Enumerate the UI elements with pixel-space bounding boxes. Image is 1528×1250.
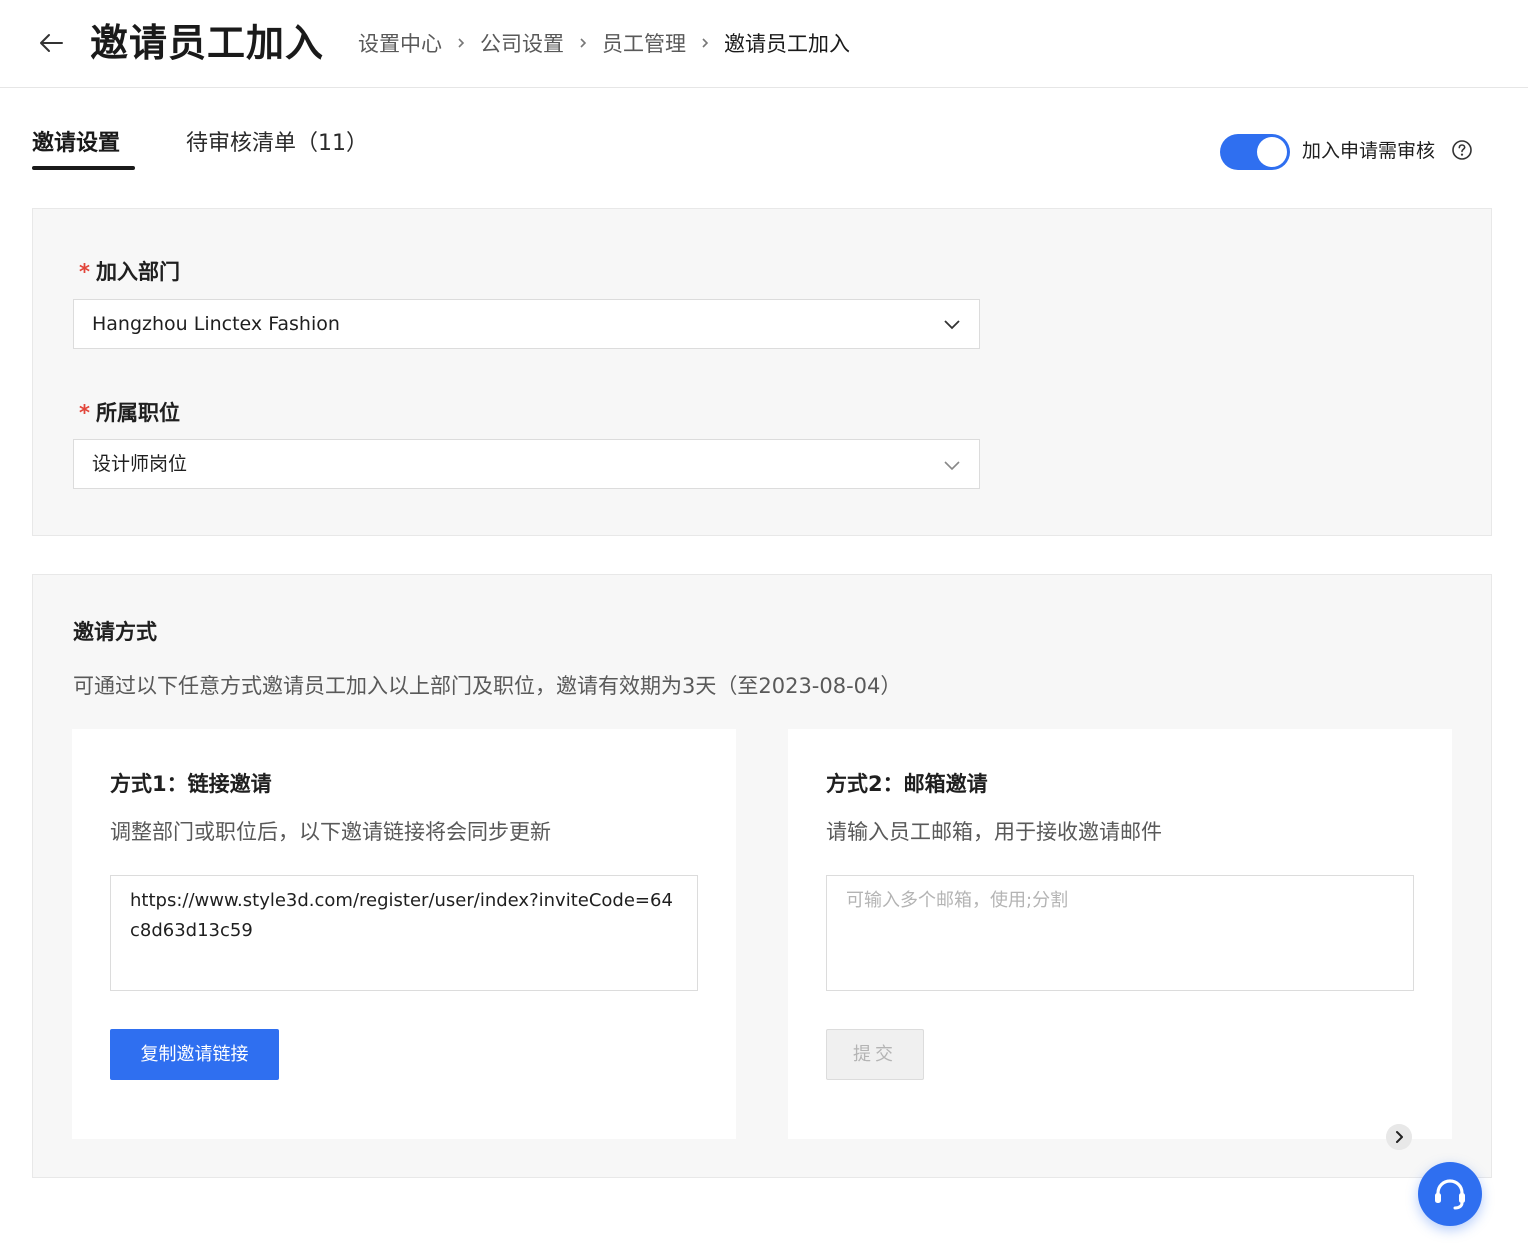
- department-select-value: Hangzhou Linctex Fashion: [92, 313, 340, 335]
- breadcrumb-item-current: 邀请员工加入: [724, 32, 850, 56]
- form-panel: * 加入部门 Hangzhou Linctex Fashion * 所属职位 设计师…: [32, 208, 1492, 536]
- approval-toggle[interactable]: [1220, 134, 1290, 170]
- breadcrumb-item-settings-center[interactable]: 设置中心: [358, 28, 442, 58]
- email-invite-card: 方式2：邮箱邀请 请输入员工邮箱，用于接收邀请邮件 可输入多个邮箱，使用;分割 …: [788, 729, 1452, 1139]
- email-invite-title: 方式2：邮箱邀请: [826, 772, 988, 796]
- breadcrumb-item-staff-management[interactable]: 员工管理: [602, 28, 686, 58]
- link-invite-card: 方式1：链接邀请 调整部门或职位后，以下邀请链接将会同步更新 https://w…: [72, 729, 736, 1139]
- submit-button[interactable]: 提交: [826, 1029, 924, 1080]
- email-input[interactable]: 可输入多个邮箱，使用;分割: [826, 875, 1414, 991]
- breadcrumb-item-company-settings[interactable]: 公司设置: [480, 28, 564, 58]
- position-label-text: 所属职位: [95, 401, 180, 425]
- position-label: * 所属职位: [79, 398, 180, 428]
- approval-toggle-label: 加入申请需审核: [1302, 140, 1436, 162]
- page-title: 邀请员工加入: [90, 21, 325, 65]
- chevron-right-icon: [702, 38, 709, 48]
- chevron-down-icon: [944, 320, 960, 330]
- breadcrumb: 设置中心 公司设置 员工管理 邀请员工加入: [358, 28, 850, 58]
- chevron-down-icon: [944, 461, 960, 471]
- chevron-right-icon: [580, 38, 587, 48]
- active-tab-indicator: [32, 166, 135, 170]
- link-invite-title: 方式1：链接邀请: [110, 772, 272, 796]
- invite-panel: 邀请方式 可通过以下任意方式邀请员工加入以上部门及职位，邀请有效期为3天（至20…: [32, 574, 1492, 1178]
- required-mark: *: [79, 401, 90, 425]
- tab-invite-settings[interactable]: 邀请设置: [32, 126, 120, 162]
- chevron-right-icon[interactable]: [1386, 1124, 1412, 1150]
- customer-support-button[interactable]: [1418, 1162, 1482, 1226]
- department-label: * 加入部门: [79, 257, 180, 287]
- position-select[interactable]: 设计师岗位: [73, 439, 980, 489]
- headset-icon: [1435, 1179, 1465, 1210]
- position-select-value: 设计师岗位: [92, 453, 188, 475]
- question-circle-icon[interactable]: [1451, 139, 1473, 161]
- invite-link-textarea[interactable]: https://www.style3d.com/register/user/in…: [110, 875, 698, 991]
- copy-invite-link-button[interactable]: 复制邀请链接: [110, 1029, 279, 1080]
- arrow-left-icon[interactable]: [36, 28, 66, 58]
- invite-section-title: 邀请方式: [73, 620, 157, 644]
- top-bar: 邀请员工加入 设置中心 公司设置 员工管理 邀请员工加入: [0, 0, 1528, 88]
- department-select[interactable]: Hangzhou Linctex Fashion: [73, 299, 980, 349]
- link-invite-description: 调整部门或职位后，以下邀请链接将会同步更新: [110, 820, 551, 844]
- chevron-right-icon: [458, 38, 465, 48]
- email-input-placeholder: 可输入多个邮箱，使用;分割: [846, 890, 1069, 911]
- invite-section-description: 可通过以下任意方式邀请员工加入以上部门及职位，邀请有效期为3天（至2023-08…: [73, 674, 902, 698]
- tab-pending-review[interactable]: 待审核清单（11）: [186, 126, 368, 162]
- required-mark: *: [79, 260, 90, 284]
- email-invite-description: 请输入员工邮箱，用于接收邀请邮件: [826, 820, 1162, 844]
- department-label-text: 加入部门: [95, 260, 180, 284]
- toggle-knob: [1257, 137, 1287, 167]
